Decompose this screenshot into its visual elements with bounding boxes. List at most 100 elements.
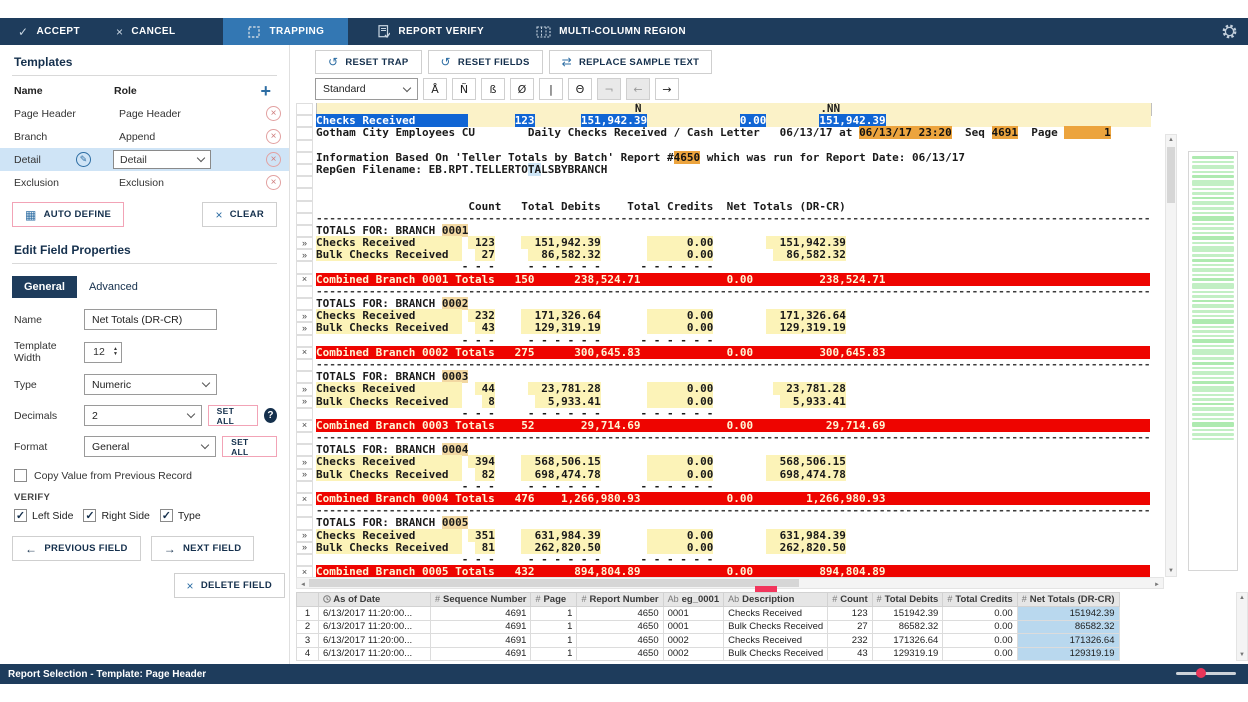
scroll-thumb[interactable] [309,579,799,587]
grid-cell[interactable]: 151942.39 [1017,607,1119,621]
report-line[interactable]: - - - - - - - - - - - - - - - [296,335,1177,347]
grid-column-header[interactable]: #Net Totals (DR-CR) [1017,593,1119,607]
report-line-text[interactable]: Bulk Checks Received 43 129,319.19 0.00 … [316,322,846,334]
format-select[interactable]: General [84,436,216,457]
grid-cell[interactable]: 0002 [663,647,724,661]
grid-cell[interactable]: 6/13/2017 11:20:00... [319,647,431,661]
grid-cell[interactable]: 6/13/2017 11:20:00... [319,607,431,621]
previous-field-button[interactable]: ← PREVIOUS FIELD [12,536,141,561]
grid-cell[interactable]: 6/13/2017 11:20:00... [319,634,431,648]
row-marker[interactable] [296,432,313,444]
report-line[interactable] [296,140,1177,152]
row-marker[interactable] [296,371,313,383]
grid-cell[interactable]: 4691 [431,620,531,634]
grid-column-header[interactable]: #Page [531,593,577,607]
grid-cell[interactable]: Checks Received [724,634,828,648]
grid-cell[interactable]: 4691 [431,607,531,621]
scroll-left-icon[interactable]: ◄ [298,580,308,589]
row-marker[interactable]: » [296,542,313,554]
remove-template-icon[interactable]: × [266,106,281,121]
template-width-stepper[interactable]: 12 ▲▼ [84,342,122,363]
decimals-select[interactable]: 2 [84,405,202,426]
row-marker[interactable] [296,152,313,164]
trap-mode-select[interactable]: Standard [315,78,418,100]
report-line-text[interactable]: Bulk Checks Received 8 5,933.41 0.00 5,9… [316,396,846,408]
row-marker[interactable] [296,481,313,493]
row-marker[interactable]: » [296,396,313,408]
template-role-select[interactable]: Detail [113,150,211,169]
grid-cell[interactable]: 171326.64 [872,634,943,648]
grid-column-header[interactable]: #Sequence Number [431,593,531,607]
trap-char-button[interactable]: Å [423,78,447,100]
row-marker[interactable] [296,140,313,152]
report-line-text[interactable] [316,188,323,200]
row-marker[interactable]: » [296,310,313,322]
template-row-branch[interactable]: BranchAppend× [0,125,289,148]
row-marker[interactable] [296,286,313,298]
row-marker[interactable]: » [296,249,313,261]
template-row-page-header[interactable]: Page HeaderPage Header× [0,102,289,125]
reset-trap-button[interactable]: ↺ RESET TRAP [315,50,422,74]
trap-char-button[interactable]: Θ [568,78,592,100]
row-marker[interactable] [296,359,313,371]
grid-cell[interactable]: 4650 [577,607,663,621]
checkbox-checked[interactable]: ✓ [83,509,96,522]
grid-row[interactable]: 46/13/2017 11:20:00...4691146500002Bulk … [297,647,1120,661]
grid-cell[interactable]: 129319.19 [872,647,943,661]
tab-multi-column-region[interactable]: MULTI-COLUMN REGION [518,18,704,45]
report-line-text[interactable]: Checks Received 351 631,984.39 0.00 631,… [316,530,846,542]
grid-cell[interactable]: 0001 [663,620,724,634]
report-line[interactable] [296,176,1177,188]
accept-button[interactable]: ✓ ACCEPT [0,18,98,45]
reset-fields-button[interactable]: ↺ RESET FIELDS [428,50,543,74]
stepper-arrows-icon[interactable]: ▲▼ [113,347,121,357]
trap-char-button[interactable]: ß [481,78,505,100]
row-marker[interactable] [296,127,313,139]
row-marker[interactable] [296,225,313,237]
grid-column-header[interactable]: #Total Debits [872,593,943,607]
type-select[interactable]: Numeric [84,374,217,395]
clear-button[interactable]: × CLEAR [202,202,277,227]
replace-sample-text-button[interactable]: ⇄ REPLACE SAMPLE TEXT [549,50,713,74]
grid-column-header[interactable]: #Count [828,593,872,607]
grid-column-header[interactable]: Abeg_0001 [663,593,724,607]
report-line-text[interactable]: RepGen Filename: EB.RPT.TELLERTOTALSBYBR… [316,164,607,176]
scroll-right-icon[interactable]: ► [1152,580,1162,589]
grid-cell[interactable]: 4650 [577,647,663,661]
grid-cell[interactable]: 0.00 [943,647,1017,661]
add-template-button[interactable]: + [260,84,275,98]
report-horizontal-scrollbar[interactable]: ◄ ► [296,577,1164,589]
grid-cell[interactable]: 123 [828,607,872,621]
report-line[interactable]: »Checks Received 44 23,781.28 0.00 23,78… [296,383,1177,395]
checkbox-checked[interactable]: ✓ [160,509,173,522]
next-field-button[interactable]: → NEXT FIELD [151,536,255,561]
row-marker[interactable] [296,335,313,347]
delete-field-button[interactable]: × DELETE FIELD [174,573,285,598]
report-line[interactable]: »Checks Received 394 568,506.15 0.00 568… [296,456,1177,468]
template-row-exclusion[interactable]: ExclusionExclusion× [0,171,289,194]
row-marker[interactable] [296,298,313,310]
row-marker[interactable] [296,408,313,420]
trap-char-button[interactable]: Ñ [452,78,476,100]
row-marker[interactable]: » [296,456,313,468]
tab-general[interactable]: General [12,276,77,298]
grid-cell[interactable]: 4650 [577,634,663,648]
grid-column-header[interactable]: #Report Number [577,593,663,607]
row-marker[interactable] [296,213,313,225]
scroll-down-icon[interactable]: ▼ [1237,650,1247,660]
report-line-text[interactable]: Bulk Checks Received 82 698,474.78 0.00 … [316,469,846,481]
grid-row[interactable]: 26/13/2017 11:20:00...4691146500001Bulk … [297,620,1120,634]
row-marker[interactable] [296,201,313,213]
grid-cell[interactable]: 0.00 [943,607,1017,621]
row-marker[interactable] [296,176,313,188]
row-marker[interactable] [296,444,313,456]
edit-pencil-icon[interactable]: ✎ [76,152,91,167]
report-line[interactable] [296,188,1177,200]
grid-cell[interactable]: Bulk Checks Received [724,620,828,634]
row-marker[interactable]: » [296,530,313,542]
scroll-thumb[interactable] [1167,147,1175,203]
grid-cell[interactable]: 86582.32 [1017,620,1119,634]
grid-cell[interactable]: 43 [828,647,872,661]
report-line[interactable]: Gotham City Employees CU Daily Checks Re… [296,127,1177,139]
tab-trapping[interactable]: TRAPPING [223,18,348,45]
